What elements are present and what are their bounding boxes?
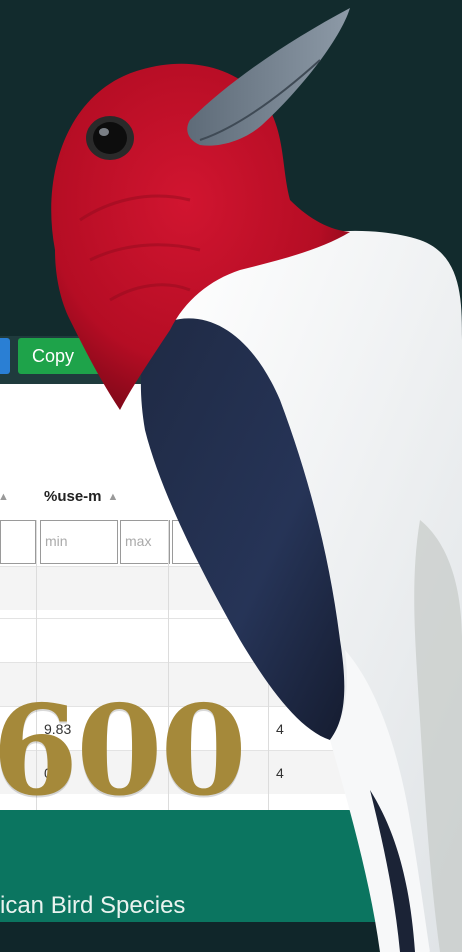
table-cell: 4 [276,765,284,781]
sort-caret-icon[interactable]: ▲ [108,491,119,503]
column-divider [268,520,269,810]
table-row[interactable] [0,566,462,610]
sort-caret-left[interactable]: ▲ [412,488,429,518]
filter-min-input[interactable]: min [40,520,118,564]
filter-min-placeholder: min [45,533,68,549]
species-count-number: 600 [0,679,247,824]
dark-header-background [0,0,462,340]
copy-button[interactable]: Copy [18,338,158,374]
filter-max-input[interactable]: max [120,520,170,564]
column-header-use-m[interactable]: %use-m ▲ [44,488,118,518]
table-row[interactable] [0,618,462,662]
filter-max-placeholder: max [125,533,152,549]
bottom-bar [0,922,462,952]
filter-max-prev-column[interactable] [0,520,36,564]
table-cell: 4 [276,721,284,737]
column-header-label: %use-m [44,488,102,505]
filter-min-next-column[interactable] [172,520,212,564]
edge-button[interactable] [0,338,10,374]
sort-caret-prev-column[interactable]: ▲ [0,488,11,518]
